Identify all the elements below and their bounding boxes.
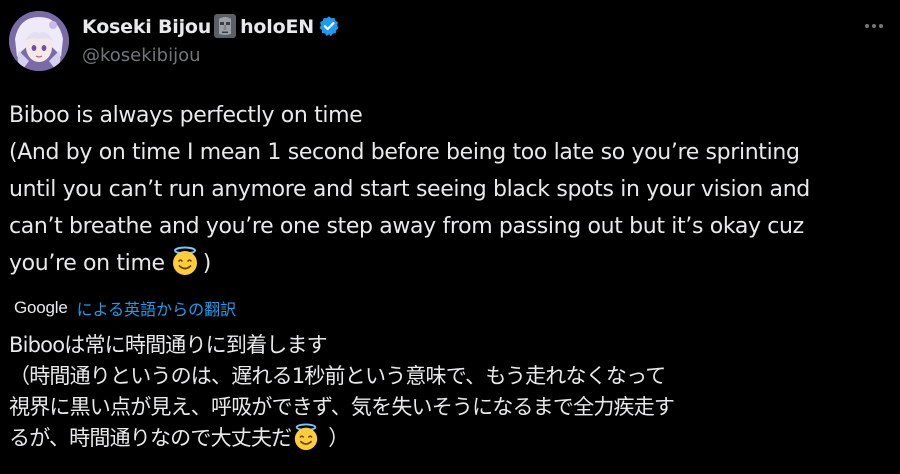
tweet-line: can’t breathe and you’re one step away f… (9, 214, 804, 239)
tweet[interactable]: Koseki Bijou holoEN @kosekibijou Biboo i… (0, 0, 900, 474)
more-options-button[interactable] (860, 12, 888, 40)
translated-text: Bibooは常に時間通りに到着します （時間通りというのは、遅れる1秒前という意… (9, 330, 895, 454)
translated-line-last: るが、時間通りなので大丈夫だ ） (9, 423, 895, 454)
more-options-dot (872, 24, 876, 28)
verified-badge-icon (318, 15, 340, 37)
tweet-text: Biboo is always perfectly on time (And b… (9, 97, 895, 282)
google-logo: Google (14, 298, 68, 317)
more-options-icon (865, 24, 869, 28)
tweet-line-last: you’re on time ) (9, 245, 895, 282)
moai-emoji-icon (214, 14, 237, 38)
translation-link[interactable]: による英語からの翻訳 (77, 296, 237, 320)
avatar[interactable] (9, 11, 69, 71)
more-options-dot (879, 24, 883, 28)
tweet-header: Koseki Bijou holoEN (82, 12, 340, 40)
smiling-face-with-halo-icon (292, 423, 320, 451)
author-handle[interactable]: @kosekibijou (82, 45, 201, 66)
tweet-line: (And by on time I mean 1 second before b… (9, 140, 800, 165)
tweet-closing-paren: ) (202, 251, 212, 276)
display-name-part1: Koseki Bijou (82, 16, 212, 38)
display-name[interactable]: Koseki Bijou holoEN (82, 14, 314, 38)
translation-attribution: Google による英語からの翻訳 (14, 296, 236, 320)
translated-line: 視界に黒い点が見え、呼吸ができず、気を失いそうになるまで全力疾走す (9, 395, 675, 419)
smiling-face-with-halo-icon (170, 246, 200, 276)
tweet-line: Biboo is always perfectly on time (9, 103, 363, 128)
translated-line: （時間通りというのは、遅れる1秒前という意味で、もう走れなくなって (9, 364, 666, 388)
tweet-line-text: you’re on time (9, 251, 165, 276)
tweet-line: until you can’t run anymore and start se… (9, 177, 810, 202)
translated-line: Bibooは常に時間通りに到着します (9, 333, 328, 357)
avatar-image (9, 11, 69, 71)
translated-closing-paren: ） (322, 426, 349, 450)
display-name-part2: holoEN (240, 16, 314, 38)
translated-line-text: るが、時間通りなので大丈夫だ (9, 426, 292, 450)
